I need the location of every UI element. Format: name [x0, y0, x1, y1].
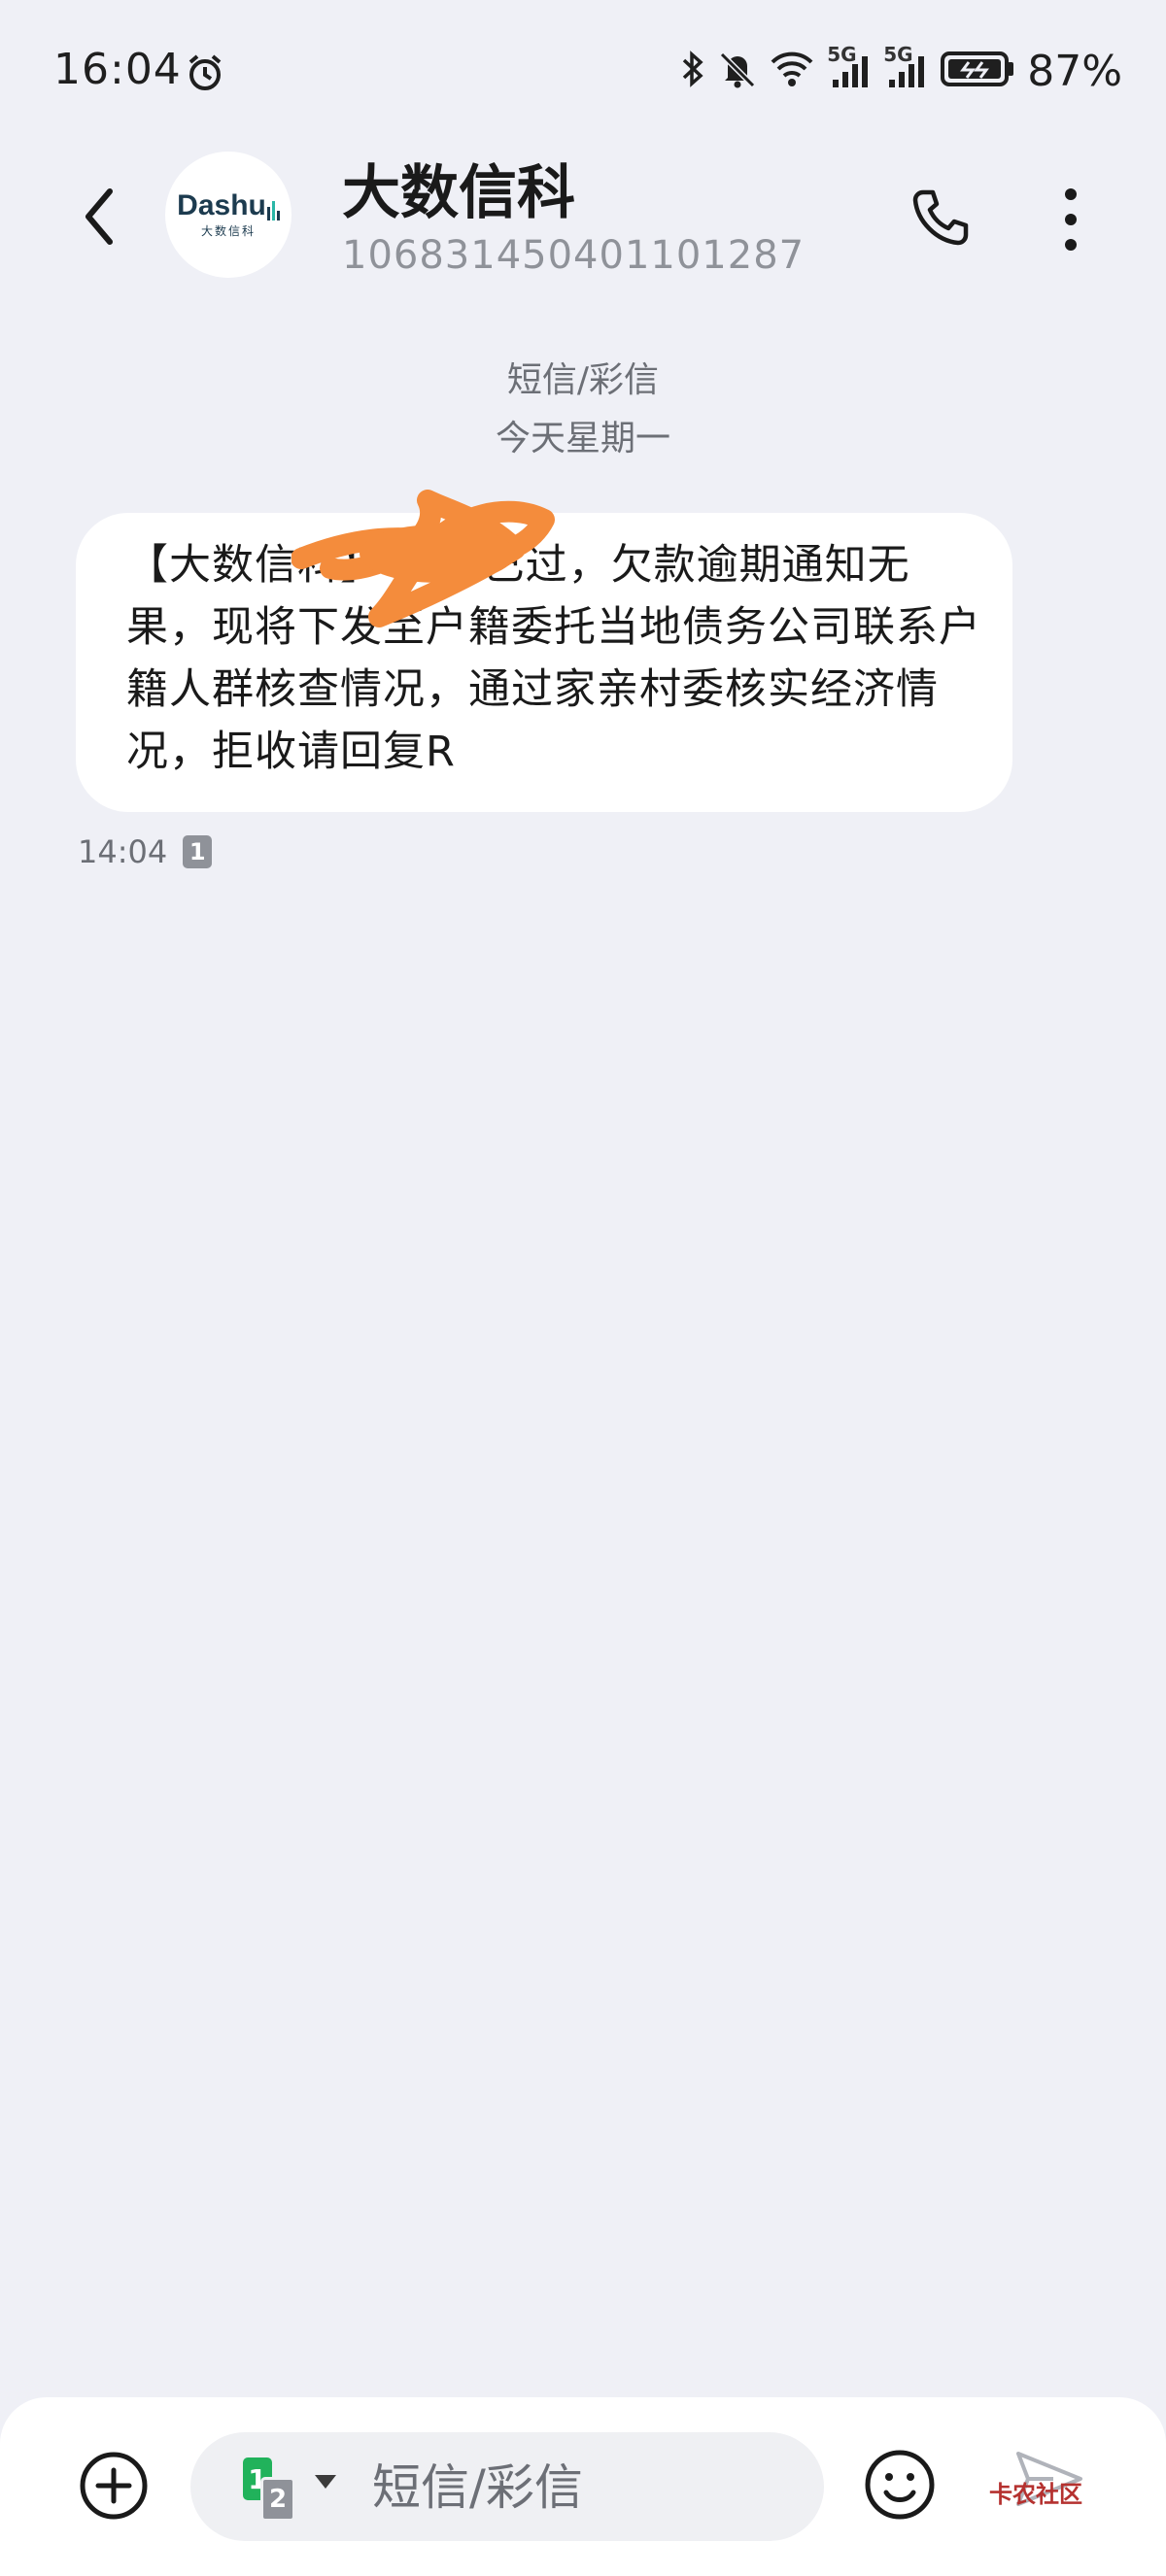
sim-b-badge: 2: [260, 2477, 295, 2522]
back-button[interactable]: [70, 181, 128, 253]
mute-icon: [718, 49, 757, 93]
avatar-brand-sub: 大数信科: [200, 223, 256, 238]
message-input-container: 1 2: [190, 2432, 824, 2543]
message-time: 14:04: [78, 833, 168, 870]
phone-icon: [912, 189, 968, 245]
signal-icon-2: 5G: [883, 43, 928, 94]
date-divider: 今天星期一: [495, 419, 670, 458]
message-input[interactable]: [370, 2432, 802, 2543]
redaction-scribble: [292, 490, 555, 627]
status-bar: 16:04 5G 5G 87%: [0, 0, 1166, 146]
compose-bar: 1 2 卡农社区: [0, 2397, 1166, 2576]
contact-number: 106831450401101287: [342, 233, 806, 278]
contact-name: 大数信科: [342, 159, 575, 227]
sim-switch[interactable]: 1 2: [243, 2457, 321, 2522]
emoji-icon: [865, 2450, 935, 2520]
emoji-button[interactable]: [863, 2448, 937, 2522]
attach-button[interactable]: [78, 2450, 150, 2522]
chevron-down-icon[interactable]: [315, 2475, 336, 2489]
message-meta: 14:04 1: [78, 833, 213, 870]
avatar-logo: Dashu: [177, 188, 280, 221]
battery-percent: 87%: [1027, 46, 1122, 96]
bluetooth-icon: [679, 49, 706, 93]
sim-badge: 1: [183, 835, 213, 868]
call-button[interactable]: [904, 181, 977, 254]
bar-logo-icon: [266, 200, 280, 220]
avatar[interactable]: Dashu 大数信科: [165, 152, 292, 278]
status-icons: 5G 5G 87%: [679, 43, 1122, 96]
status-time: 16:04: [53, 45, 182, 94]
plus-circle-icon: [80, 2452, 148, 2520]
avatar-brand: Dashu: [177, 188, 266, 221]
signal-icon: 5G: [827, 43, 872, 94]
watermark: 卡农社区: [989, 2481, 1082, 2508]
chevron-left-icon: [86, 188, 113, 245]
more-vertical-icon: [1065, 188, 1077, 251]
more-options-button[interactable]: [1049, 181, 1092, 258]
conversation-header: Dashu 大数信科 大数信科 106831450401101287: [0, 146, 1166, 301]
battery-icon: [940, 49, 1015, 93]
message-type-label: 短信/彩信: [506, 360, 660, 400]
alarm-icon: [185, 52, 225, 97]
wifi-icon: [769, 49, 815, 93]
